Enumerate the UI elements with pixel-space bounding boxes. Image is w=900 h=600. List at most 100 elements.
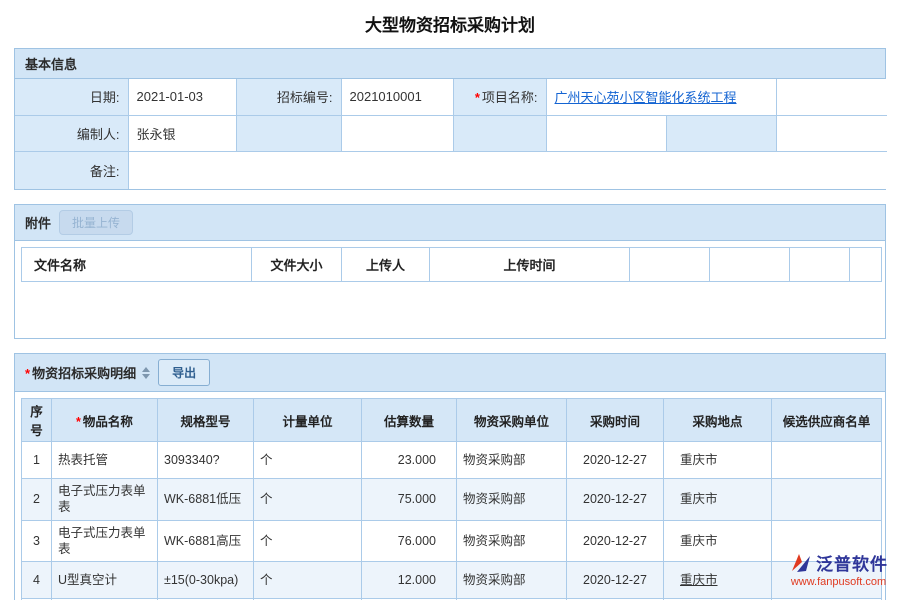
bid-no-value: 2021010001 [341,79,453,115]
creator-label: 编制人: [15,115,128,151]
col-item-name-text: 物品名称 [83,415,133,429]
cell-spec: WK-6881高压 [158,520,254,562]
col-purchase-dept: 物资采购单位 [457,399,567,442]
details-title-text: 物资招标采购明细 [32,366,136,381]
empty-cell [776,115,887,151]
attachments-section-title: 附件 [25,213,51,232]
detail-row-1[interactable]: 1 热表托管 3093340? 个 23.000 物资采购部 2020-12-2… [22,442,882,479]
detail-row-4[interactable]: 4 U型真空计 ±15(0-30kpa) 个 12.000 物资采购部 2020… [22,562,882,599]
brand-logo-row: 泛普软件 [789,550,888,575]
form-row-date: 日期: 2021-01-03 招标编号: 2021010001 *项目名称: 广… [15,79,887,115]
col-item-name: *物品名称 [52,399,158,442]
details-section-title: *物资招标采购明细 [25,363,136,382]
attach-col-empty [850,248,882,282]
creator-value: 张永银 [128,115,236,151]
col-unit: 计量单位 [254,399,362,442]
project-required-mark: * [475,90,480,105]
attach-col-file-size: 文件大小 [252,248,342,282]
remark-label: 备注: [15,151,128,189]
empty-label-cell [453,115,546,151]
cell-seq: 2 [22,479,52,521]
empty-label-cell [666,115,776,151]
export-button[interactable]: 导出 [158,359,210,386]
cell-seq: 4 [22,562,52,599]
project-name-label: *项目名称: [453,79,546,115]
basic-info-panel: 基本信息 日期: 2021-01-03 招标编号: 2021010001 *项目… [14,48,886,190]
empty-cell [776,79,887,115]
cell-purchase-place: 重庆市 [664,442,772,479]
cell-purchase-date: 2020-12-27 [567,442,664,479]
attachments-header-row: 文件名称 文件大小 上传人 上传时间 [22,248,882,282]
attach-col-empty [790,248,850,282]
date-label: 日期: [15,79,128,115]
attachments-panel: 附件 批量上传 文件名称 文件大小 上传人 上传时间 [14,204,886,339]
attach-col-file-name: 文件名称 [22,248,252,282]
form-row-creator: 编制人: 张永银 [15,115,887,151]
cell-qty: 23.000 [362,442,457,479]
attach-col-uploader: 上传人 [342,248,430,282]
cell-seq: 3 [22,520,52,562]
cell-purchase-place: 重庆市 [664,479,772,521]
sort-icon[interactable] [142,367,150,379]
attachments-table: 文件名称 文件大小 上传人 上传时间 [21,247,882,282]
details-header-bar: *物资招标采购明细 导出 [15,354,885,392]
cell-unit: 个 [254,520,362,562]
date-value: 2021-01-03 [128,79,236,115]
cell-item-name: 电子式压力表单表 [52,520,158,562]
cell-seq: 1 [22,442,52,479]
cell-item-name: U型真空计 [52,562,158,599]
col-seq: 序号 [22,399,52,442]
details-body: 序号 *物品名称 规格型号 计量单位 估算数量 物资采购单位 采购时间 采购地点… [15,392,885,600]
details-column-header-row: 序号 *物品名称 规格型号 计量单位 估算数量 物资采购单位 采购时间 采购地点… [22,399,882,442]
attach-col-empty [710,248,790,282]
cell-spec: WK-6881低压 [158,479,254,521]
details-panel: *物资招标采购明细 导出 序号 *物品名称 规格型号 计量单位 估算数量 物 [14,353,886,600]
cell-qty: 75.000 [362,479,457,521]
cell-purchase-date: 2020-12-27 [567,520,664,562]
attachments-empty-area [21,282,879,332]
cell-purchase-date: 2020-12-27 [567,562,664,599]
empty-cell [341,115,453,151]
brand-name: 泛普软件 [816,550,888,575]
cell-item-name: 热表托管 [52,442,158,479]
cell-item-name: 电子式压力表单表 [52,479,158,521]
cell-unit: 个 [254,562,362,599]
cell-spec: ±15(0-30kpa) [158,562,254,599]
cell-purchase-date: 2020-12-27 [567,479,664,521]
page: 大型物资招标采购计划 基本信息 日期: 2021-01-03 招标编号: 202… [0,0,900,600]
cell-purchase-place: 重庆市 [664,562,772,599]
empty-cell [546,115,666,151]
project-name-link[interactable]: 广州天心苑小区智能化系统工程 [555,90,737,105]
cell-spec: 3093340? [158,442,254,479]
cell-purchase-place: 重庆市 [664,520,772,562]
form-row-remark: 备注: [15,151,887,189]
attach-col-empty [630,248,710,282]
cell-suppliers [772,479,882,521]
cell-purchase-dept: 物资采购部 [457,442,567,479]
col-spec: 规格型号 [158,399,254,442]
brand-url: www.fanpusoft.com [791,576,886,588]
batch-upload-button[interactable]: 批量上传 [59,210,133,235]
basic-info-form: 日期: 2021-01-03 招标编号: 2021010001 *项目名称: 广… [15,79,887,189]
col-suppliers: 候选供应商名单 [772,399,882,442]
purchase-place-link[interactable]: 重庆市 [680,573,718,587]
col-purchase-place: 采购地点 [664,399,772,442]
empty-label-cell [236,115,341,151]
detail-row-3[interactable]: 3 电子式压力表单表 WK-6881高压 个 76.000 物资采购部 2020… [22,520,882,562]
attach-col-upload-time: 上传时间 [430,248,630,282]
attachments-header-bar: 附件 批量上传 [15,205,885,241]
details-required-mark: * [25,366,30,381]
cell-purchase-dept: 物资采购部 [457,562,567,599]
cell-unit: 个 [254,479,362,521]
item-name-required-mark: * [76,415,81,429]
project-label-text: 项目名称: [482,90,538,105]
basic-info-header-bar: 基本信息 [15,49,885,79]
remark-value [128,151,887,189]
bid-no-label: 招标编号: [236,79,341,115]
col-purchase-date: 采购时间 [567,399,664,442]
attachments-body: 文件名称 文件大小 上传人 上传时间 [15,241,885,338]
cell-unit: 个 [254,442,362,479]
basic-info-section-title: 基本信息 [25,54,77,73]
cell-qty: 12.000 [362,562,457,599]
detail-row-2[interactable]: 2 电子式压力表单表 WK-6881低压 个 75.000 物资采购部 2020… [22,479,882,521]
